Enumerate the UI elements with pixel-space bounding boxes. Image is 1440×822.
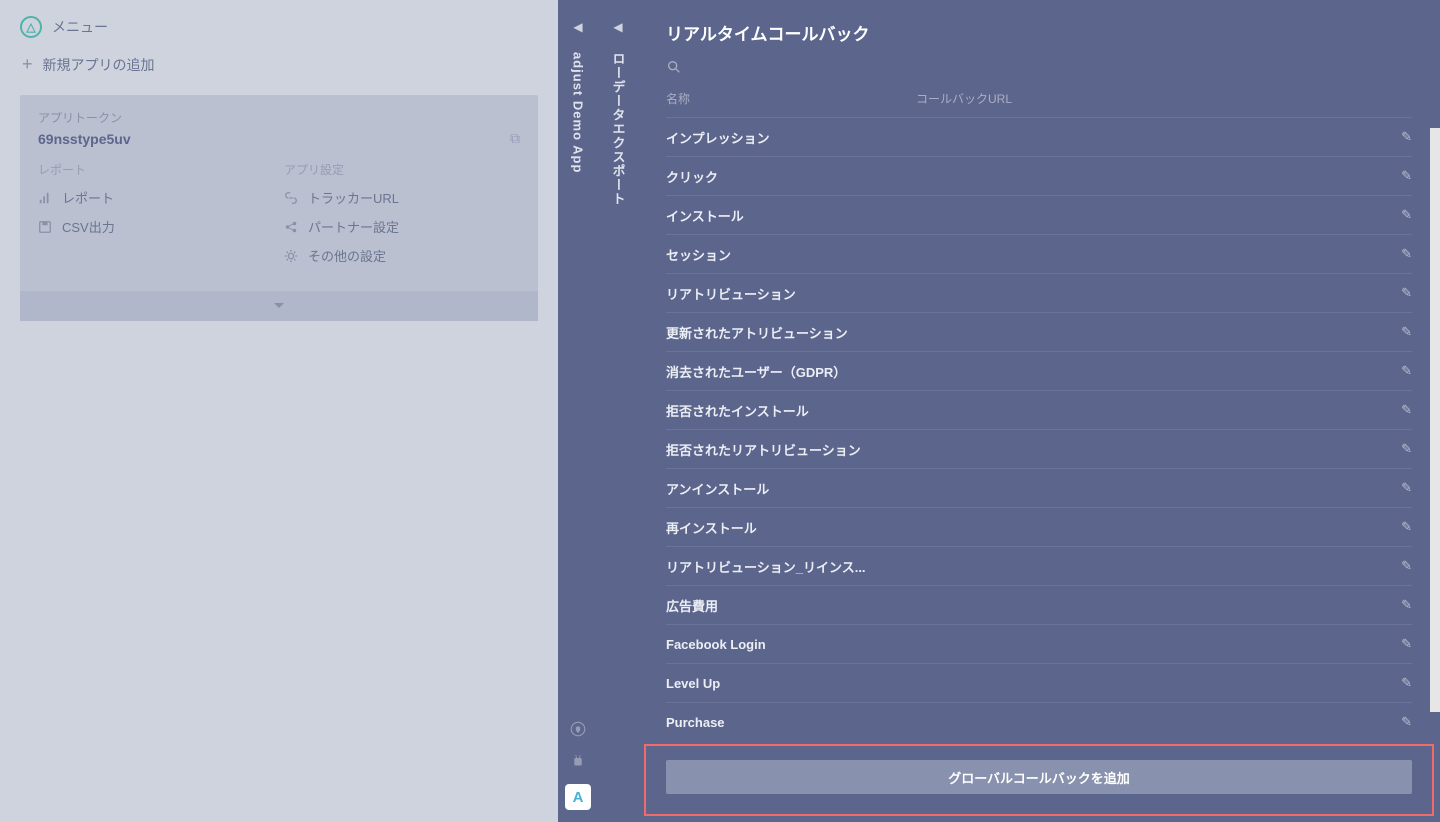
- edit-icon[interactable]: ✎: [1401, 480, 1412, 496]
- callback-row[interactable]: Level Up✎: [666, 663, 1412, 702]
- table-header: 名称 コールバックURL: [638, 90, 1440, 117]
- copy-icon[interactable]: ⧉: [510, 130, 520, 147]
- apple-icon[interactable]: [569, 720, 587, 738]
- settings-header: アプリ設定: [284, 161, 520, 178]
- token-value: 69nsstype5uv: [38, 131, 131, 147]
- chevron-down-icon: [273, 302, 285, 310]
- edit-icon[interactable]: ✎: [1401, 402, 1412, 418]
- callback-name: アンインストール: [666, 479, 1401, 498]
- callback-row[interactable]: 消去されたユーザー（GDPR）✎: [666, 351, 1412, 390]
- callback-row[interactable]: 再インストール✎: [666, 507, 1412, 546]
- highlighted-footer: グローバルコールバックを追加: [644, 744, 1434, 816]
- export-rail-label: ローデータエクスポート: [609, 52, 628, 206]
- edit-icon[interactable]: ✎: [1401, 324, 1412, 340]
- report-item-label: レポート: [62, 188, 114, 207]
- edit-icon[interactable]: ✎: [1401, 597, 1412, 613]
- edit-icon[interactable]: ✎: [1401, 675, 1412, 691]
- adjust-logo-icon[interactable]: A: [565, 784, 591, 810]
- callback-name: 広告費用: [666, 596, 1401, 615]
- main-panel: リアルタイムコールバック 名称 コールバックURL インプレッション✎クリック✎…: [638, 0, 1440, 822]
- menu-header[interactable]: △ メニュー: [20, 16, 538, 38]
- callback-row[interactable]: インプレッション✎: [666, 117, 1412, 156]
- callback-row[interactable]: インストール✎: [666, 195, 1412, 234]
- edit-icon[interactable]: ✎: [1401, 285, 1412, 301]
- add-global-callback-button[interactable]: グローバルコールバックを追加: [666, 760, 1412, 794]
- export-rail: ◀ ローデータエクスポート: [598, 0, 638, 822]
- edit-icon[interactable]: ✎: [1401, 558, 1412, 574]
- callback-row[interactable]: アンインストール✎: [666, 468, 1412, 507]
- collapse-arrow-icon[interactable]: ◀: [573, 20, 582, 34]
- edit-icon[interactable]: ✎: [1401, 246, 1412, 262]
- callback-name: 再インストール: [666, 518, 1401, 537]
- app-card: アプリトークン 69nsstype5uv ⧉ レポート レポート CSV出力 アプ…: [20, 95, 538, 321]
- callback-row[interactable]: リアトリビューション_リインス...✎: [666, 546, 1412, 585]
- app-rail-label: adjust Demo App: [571, 52, 586, 173]
- callback-name: リアトリビューション_リインス...: [666, 557, 1401, 576]
- edit-icon[interactable]: ✎: [1401, 714, 1412, 730]
- callback-list: インプレッション✎クリック✎インストール✎セッション✎リアトリビューション✎更新…: [638, 117, 1440, 744]
- edit-icon[interactable]: ✎: [1401, 636, 1412, 652]
- callback-name: Purchase: [666, 715, 1401, 730]
- left-panel: △ メニュー + 新規アプリの追加 アプリトークン 69nsstype5uv ⧉…: [0, 0, 558, 822]
- android-icon[interactable]: [569, 752, 587, 770]
- settings-item-label: パートナー設定: [308, 217, 399, 236]
- edit-icon[interactable]: ✎: [1401, 207, 1412, 223]
- th-url: コールバックURL: [916, 90, 1012, 107]
- report-item-label: CSV出力: [62, 217, 115, 236]
- collapse-arrow-icon[interactable]: ◀: [613, 20, 622, 34]
- edit-icon[interactable]: ✎: [1401, 363, 1412, 379]
- add-app-button[interactable]: + 新規アプリの追加: [20, 54, 538, 75]
- plus-icon: +: [22, 54, 33, 75]
- report-item[interactable]: レポート: [38, 188, 274, 207]
- app-rail: ◀ adjust Demo App A: [558, 0, 598, 822]
- callback-name: インプレッション: [666, 128, 1401, 147]
- logo-icon: △: [20, 16, 42, 38]
- search-row[interactable]: [638, 59, 1440, 90]
- token-label: アプリトークン: [38, 109, 520, 126]
- callback-name: リアトリビューション: [666, 284, 1401, 303]
- callback-name: インストール: [666, 206, 1401, 225]
- callback-name: 更新されたアトリビューション: [666, 323, 1401, 342]
- settings-item-label: トラッカーURL: [308, 188, 399, 207]
- callback-row[interactable]: リアトリビューション✎: [666, 273, 1412, 312]
- callback-name: クリック: [666, 167, 1401, 186]
- edit-icon[interactable]: ✎: [1401, 441, 1412, 457]
- edit-icon[interactable]: ✎: [1401, 168, 1412, 184]
- callback-row[interactable]: 拒否されたリアトリビューション✎: [666, 429, 1412, 468]
- report-item[interactable]: CSV出力: [38, 217, 274, 236]
- panel-title: リアルタイムコールバック: [638, 0, 1440, 59]
- settings-item[interactable]: パートナー設定: [284, 217, 520, 236]
- edit-icon[interactable]: ✎: [1401, 129, 1412, 145]
- report-column: レポート レポート CSV出力: [38, 161, 274, 275]
- callback-row[interactable]: Purchase✎: [666, 702, 1412, 741]
- settings-item[interactable]: トラッカーURL: [284, 188, 520, 207]
- callback-row[interactable]: クリック✎: [666, 156, 1412, 195]
- add-app-label: 新規アプリの追加: [43, 55, 155, 75]
- callback-row[interactable]: セッション✎: [666, 234, 1412, 273]
- callback-name: セッション: [666, 245, 1401, 264]
- callback-row[interactable]: 更新されたアトリビューション✎: [666, 312, 1412, 351]
- th-name: 名称: [666, 90, 916, 107]
- edit-icon[interactable]: ✎: [1401, 519, 1412, 535]
- settings-item-label: その他の設定: [308, 246, 386, 265]
- search-icon: [666, 59, 682, 75]
- callback-name: 消去されたユーザー（GDPR）: [666, 362, 1401, 381]
- report-header: レポート: [38, 161, 274, 178]
- callback-row[interactable]: 拒否されたインストール✎: [666, 390, 1412, 429]
- expand-toggle[interactable]: [20, 291, 538, 321]
- callback-name: Level Up: [666, 676, 1401, 691]
- menu-label: メニュー: [52, 17, 108, 37]
- callback-name: 拒否されたインストール: [666, 401, 1401, 420]
- callback-row[interactable]: 広告費用✎: [666, 585, 1412, 624]
- callback-name: 拒否されたリアトリビューション: [666, 440, 1401, 459]
- scrollbar[interactable]: [1430, 128, 1440, 712]
- settings-item[interactable]: その他の設定: [284, 246, 520, 265]
- settings-column: アプリ設定 トラッカーURL パートナー設定その他の設定: [284, 161, 520, 275]
- callback-row[interactable]: Facebook Login✎: [666, 624, 1412, 663]
- callback-name: Facebook Login: [666, 637, 1401, 652]
